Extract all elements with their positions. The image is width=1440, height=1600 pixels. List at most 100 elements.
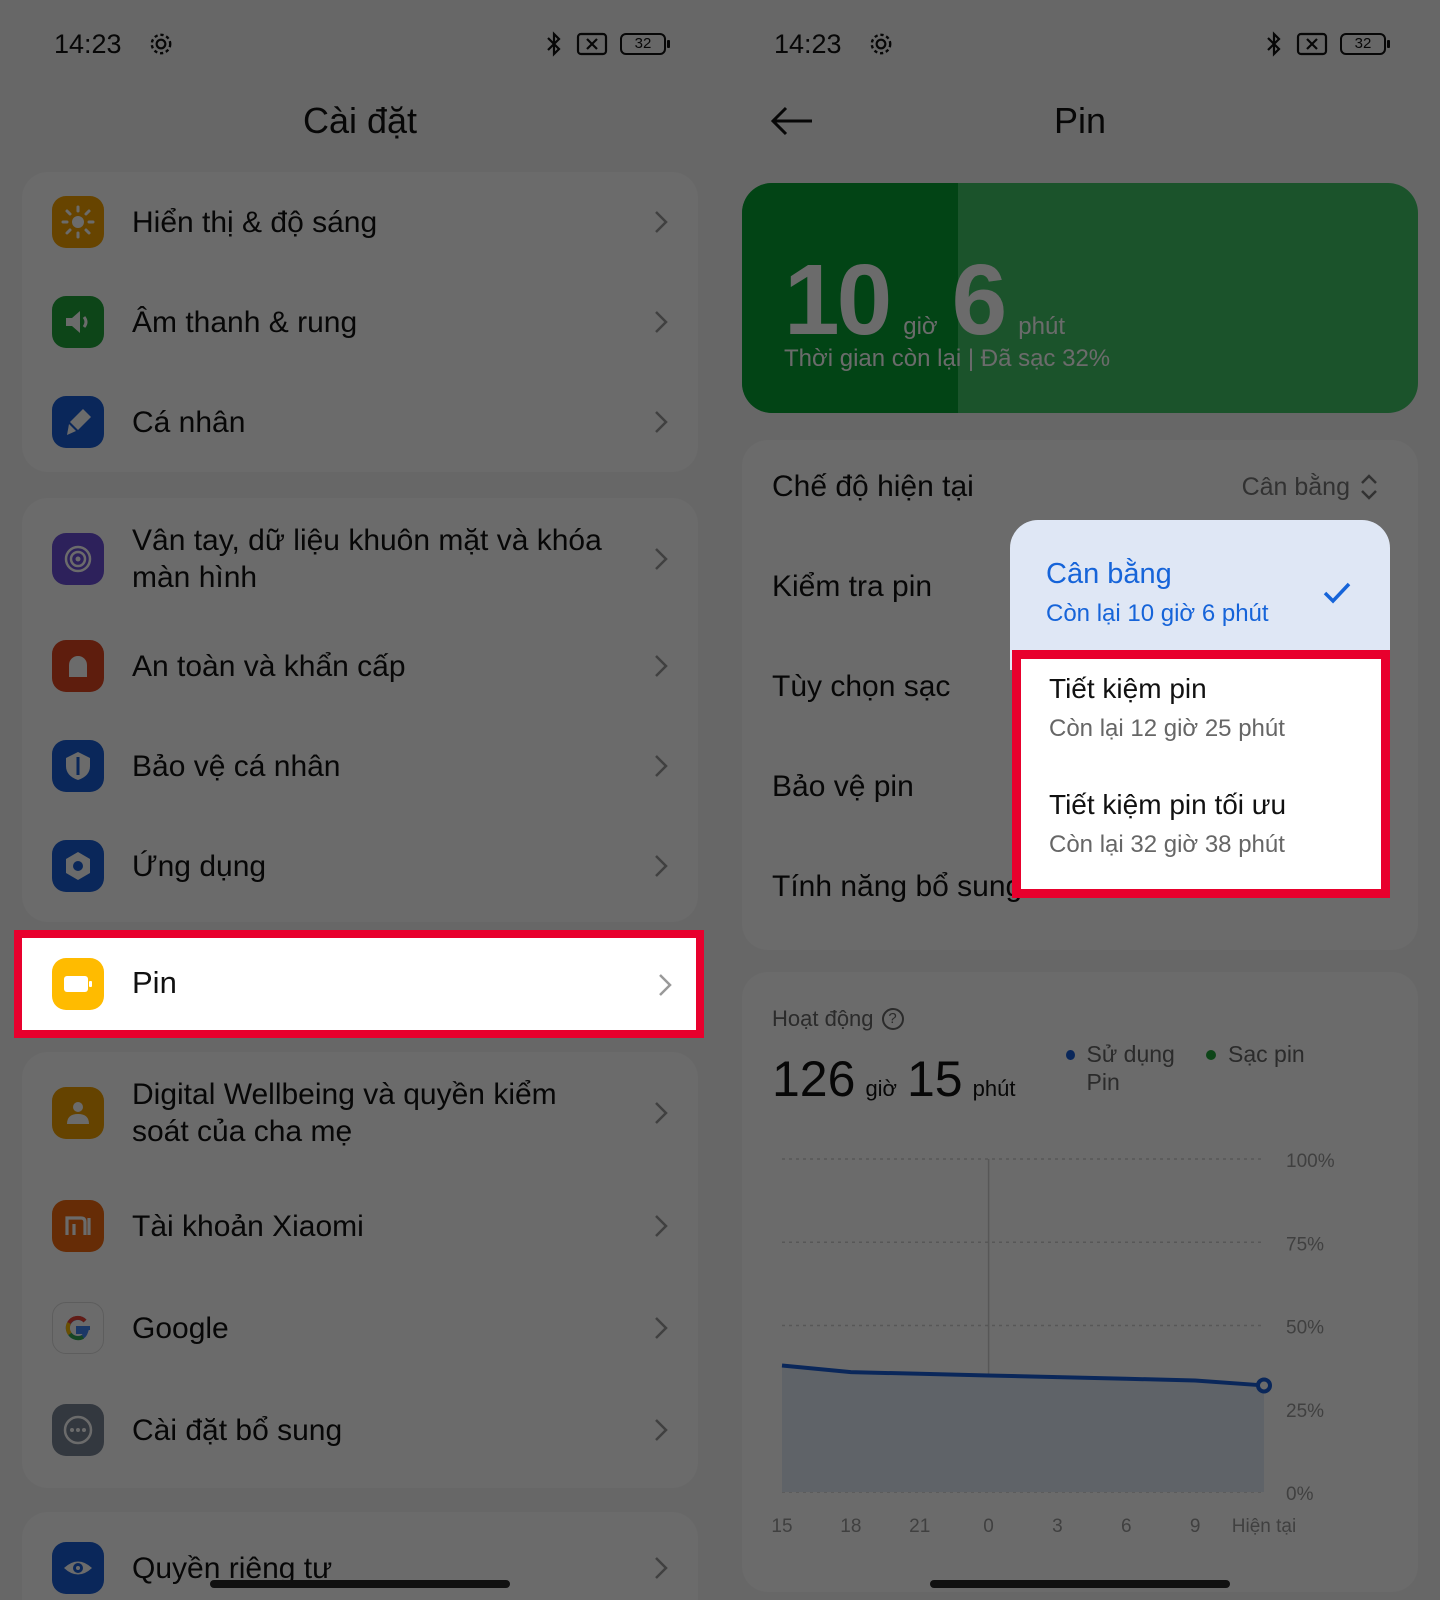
page-title: Pin (1053, 100, 1107, 141)
mode-option-title: Tiết kiệm pin tối ưu (1049, 789, 1287, 820)
chart-x-tick-label: 15 (771, 1516, 792, 1537)
activity-minutes-unit: phút (972, 1076, 1016, 1101)
legend-usage-dot (1066, 1050, 1075, 1060)
settings-item-label: Cá nhân (132, 405, 246, 439)
charging-options-row[interactable]: Tùy chọn sạc (772, 670, 950, 704)
status-bar: 14:23 32 (774, 22, 1390, 66)
chart-x-tick-label: 3 (1052, 1516, 1063, 1537)
battery-subtitle: Thời gian còn lại | Đã sạc 32% (784, 345, 1111, 372)
settings-item-label: Pin (132, 965, 177, 1000)
legend-usage-label: Sử dụng Pin (1086, 1041, 1175, 1095)
mode-option-battery-saver[interactable]: Tiết kiệm pin Còn lại 12 giờ 25 phút (1049, 673, 1285, 743)
settings-panel: 14:23 32 Cài đặt Hiển thị & độ sáng Âm t… (0, 0, 720, 1600)
chevron-right-icon (655, 755, 668, 777)
current-mode-label[interactable]: Chế độ hiện tại (772, 470, 974, 504)
settings-item-fingerprint[interactable]: Vân tay, dữ liệu khuôn mặt và khóa màn h… (22, 504, 698, 614)
settings-item-google[interactable]: Google (22, 1278, 698, 1378)
apps-gear-icon (52, 840, 104, 892)
chevron-right-icon (655, 1557, 668, 1579)
mode-option-balanced[interactable]: Cân bằng Còn lại 10 giờ 6 phút (1010, 520, 1390, 670)
settings-item-label: Bảo vệ cá nhân (132, 749, 341, 783)
activity-minutes: 15 (907, 1051, 963, 1107)
settings-item-additional[interactable]: Cài đặt bổ sung (22, 1380, 698, 1480)
home-indicator[interactable] (930, 1580, 1230, 1588)
chevron-right-icon (655, 1317, 668, 1339)
legend-charge-label: Sạc pin (1228, 1041, 1305, 1067)
battery-usage-chart: 100% 75% 50% 25% 0% 15 18 21 0 3 6 9 Hiện tại (771, 1151, 1334, 1537)
settings-item-personal[interactable]: Cá nhân (22, 372, 698, 472)
battery-minutes-unit: phút (1018, 313, 1065, 340)
chart-x-tick-label: 18 (840, 1516, 861, 1537)
chevron-right-icon (655, 411, 668, 433)
legend-usage: Sử dụng Pin (1066, 1040, 1196, 1096)
settings-item-label: Google (132, 1311, 229, 1345)
more-icon (52, 1404, 104, 1456)
mode-option-title: Cân bằng (1046, 558, 1172, 590)
settings-item-display[interactable]: Hiển thị & độ sáng (22, 172, 698, 272)
chevron-right-icon (659, 974, 672, 996)
chart-x-tick-label: 21 (909, 1516, 930, 1537)
battery-hours-unit: giờ (903, 313, 938, 340)
fingerprint-icon (52, 533, 104, 585)
gear-icon (870, 33, 891, 55)
brush-icon (52, 396, 104, 448)
bluetooth-icon (547, 31, 561, 57)
mode-option-title: Tiết kiệm pin (1049, 673, 1207, 704)
battery-panel: 14:23 32 Pin 10 giờ 6 phút Thời gian còn… (720, 0, 1440, 1600)
mode-option-sub: Còn lại 32 giờ 38 phút (1049, 831, 1285, 858)
help-icon[interactable]: ? (881, 1008, 904, 1030)
mode-option-ultra-saver[interactable]: Tiết kiệm pin tối ưu Còn lại 32 giờ 38 p… (1049, 789, 1286, 859)
settings-item-xiaomi-account[interactable]: Tài khoản Xiaomi (22, 1176, 698, 1276)
battery-status-icon: 32 (1340, 33, 1390, 55)
battery-icon (52, 958, 104, 1010)
settings-item-battery[interactable]: Pin (14, 930, 704, 1038)
battery-status-icon: 32 (620, 33, 670, 55)
xiaomi-icon (52, 1200, 104, 1252)
chart-x-tick-label: 0 (983, 1516, 994, 1537)
current-mode-text: Cân bằng (1241, 472, 1350, 501)
speaker-icon (52, 296, 104, 348)
current-mode-value[interactable]: Cân bằng (1242, 472, 1380, 502)
chevron-right-icon (655, 1419, 668, 1441)
chart-y-tick-label: 75% (1286, 1234, 1324, 1255)
chevron-right-icon (655, 655, 668, 677)
settings-item-label: Hiển thị & độ sáng (132, 205, 378, 239)
additional-features-row[interactable]: Tính năng bổ sung (772, 870, 1022, 904)
chart-series-area (782, 1365, 1264, 1492)
battery-time-card: 10 giờ 6 phút Thời gian còn lại | Đã sạc… (742, 183, 1418, 413)
mode-option-sub: Còn lại 10 giờ 6 phút (1046, 600, 1269, 627)
settings-item-label: Âm thanh & rung (132, 305, 358, 339)
bluetooth-icon (1267, 31, 1281, 57)
chevron-updown-icon (1361, 474, 1377, 500)
settings-item-sound[interactable]: Âm thanh & rung (22, 272, 698, 372)
settings-item-label: Cài đặt bổ sung (132, 1413, 343, 1447)
settings-item-safety[interactable]: An toàn và khẩn cấp (22, 616, 698, 716)
gear-icon (150, 33, 171, 55)
wellbeing-icon (52, 1087, 104, 1139)
no-sim-icon (576, 32, 608, 56)
status-time: 14:23 (774, 28, 842, 59)
settings-item-label: Digital Wellbeing và quyền kiểm soát của… (132, 1078, 557, 1148)
chevron-right-icon (655, 311, 668, 333)
shield-icon (52, 740, 104, 792)
status-bar: 14:23 32 (54, 22, 670, 66)
google-icon (52, 1302, 104, 1354)
settings-item-apps[interactable]: Ứng dụng (22, 816, 698, 916)
battery-hours: 10 (784, 244, 892, 356)
battery-check-row[interactable]: Kiểm tra pin (772, 570, 932, 604)
chevron-right-icon (655, 855, 668, 877)
activity-hours: 126 (772, 1051, 856, 1107)
settings-group-3: Digital Wellbeing và quyền kiểm soát của… (22, 1052, 698, 1488)
settings-item-protection[interactable]: Bảo vệ cá nhân (22, 716, 698, 816)
home-indicator[interactable] (210, 1580, 510, 1588)
chart-x-tick-label: 9 (1190, 1516, 1201, 1537)
chart-data-point (1256, 1377, 1272, 1394)
eye-icon (52, 1542, 104, 1594)
page-title: Cài đặt (302, 100, 418, 141)
settings-group-1: Hiển thị & độ sáng Âm thanh & rung Cá nh… (22, 172, 698, 472)
settings-group-2: Vân tay, dữ liệu khuôn mặt và khóa màn h… (22, 498, 698, 922)
chevron-right-icon (655, 548, 668, 570)
chart-y-tick-label: 50% (1286, 1318, 1324, 1339)
battery-protection-row[interactable]: Bảo vệ pin (772, 770, 914, 804)
settings-item-wellbeing[interactable]: Digital Wellbeing và quyền kiểm soát của… (22, 1058, 698, 1168)
